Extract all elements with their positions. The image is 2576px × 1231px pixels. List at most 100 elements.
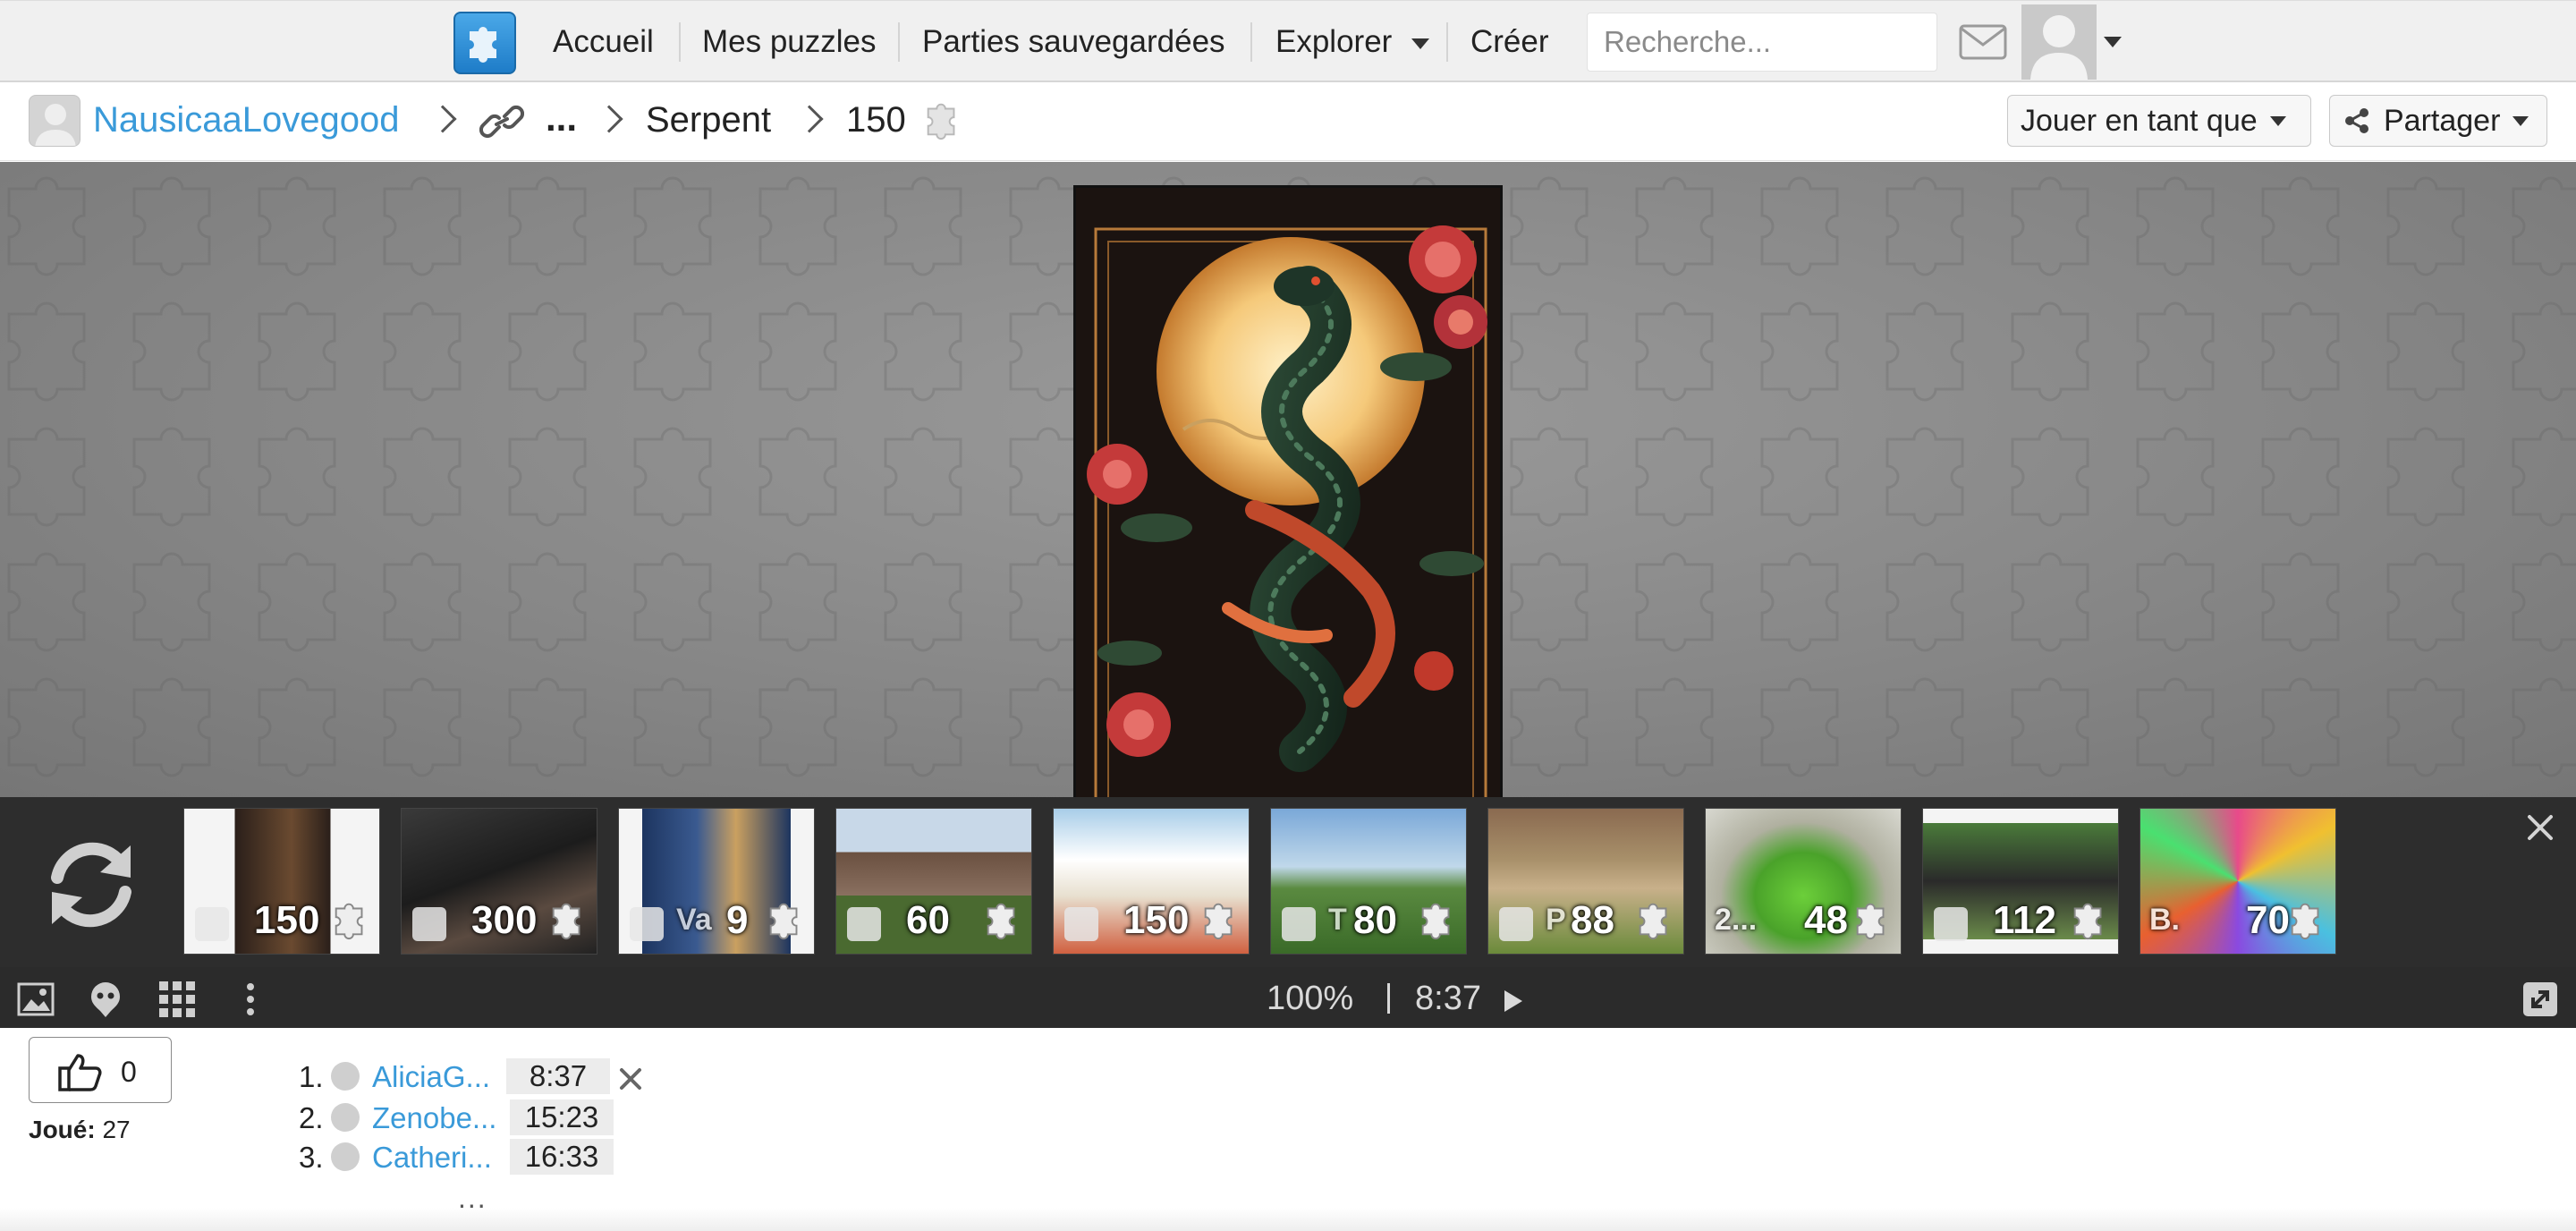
avatar xyxy=(1064,907,1098,941)
puzzle-board[interactable] xyxy=(0,162,2576,797)
puzzle-toolbar: 100% 8:37 xyxy=(0,967,2576,1028)
leaderboard-player-link[interactable]: Catheri... xyxy=(372,1141,492,1175)
fullscreen-icon[interactable] xyxy=(2521,980,2560,1019)
carousel-item[interactable]: P 88 xyxy=(1487,808,1684,955)
puzzle-piece-icon xyxy=(335,903,363,940)
link-icon[interactable] xyxy=(479,102,524,141)
carousel-item[interactable]: 112 xyxy=(1922,808,2119,955)
play-as-label: Jouer en tant que xyxy=(2021,103,2258,138)
carousel-item[interactable]: Va 9 xyxy=(618,808,815,955)
puzzle-piece-icon xyxy=(1204,903,1233,940)
avatar xyxy=(1934,907,1968,941)
avatar xyxy=(1282,907,1316,941)
leaderboard-rank: 3. xyxy=(299,1141,324,1174)
carousel-piece-count: 48 xyxy=(1804,898,1848,942)
thumbs-up-icon xyxy=(58,1054,102,1091)
breadcrumb-ellipsis[interactable]: ... xyxy=(546,97,577,140)
avatar xyxy=(847,907,881,941)
zoom-level[interactable]: 100% xyxy=(1267,980,1353,1018)
puzzle-image[interactable] xyxy=(1073,185,1503,797)
carousel-item[interactable]: 2... 48 xyxy=(1705,808,1902,955)
puzzle-piece-icon xyxy=(927,103,955,140)
carousel-overlay-text: Va xyxy=(676,903,712,937)
puzzle-carousel: 150 300 Va 9 60 150 T 80 P 88 2... 48 11… xyxy=(0,797,2576,967)
avatar xyxy=(1499,907,1533,941)
carousel-overlay-text: T xyxy=(1328,903,1347,937)
nav-parties-sauvegardees[interactable]: Parties sauvegardées xyxy=(922,24,1225,60)
avatar xyxy=(331,1062,360,1091)
share-label: Partager xyxy=(2384,103,2501,138)
avatar xyxy=(195,907,229,941)
carousel-piece-count: 70 xyxy=(2246,898,2290,942)
share-dropdown[interactable]: Partager xyxy=(2329,95,2547,147)
page-footer-edge xyxy=(0,1208,2576,1231)
carousel-item[interactable]: 60 xyxy=(835,808,1032,955)
leaderboard-player-link[interactable]: AliciaG... xyxy=(372,1060,490,1094)
played-label: Joué: xyxy=(29,1116,96,1143)
puzzle-piece-icon xyxy=(1639,903,1667,940)
leaderboard-player-link[interactable]: Zenobe... xyxy=(372,1101,496,1135)
carousel-piece-count: 60 xyxy=(906,898,950,942)
avatar[interactable] xyxy=(29,95,80,147)
puzzle-piece-icon xyxy=(552,903,580,940)
chevron-down-icon xyxy=(1411,38,1430,49)
mail-icon[interactable] xyxy=(1959,24,2007,60)
like-button[interactable]: 0 xyxy=(29,1037,172,1103)
carousel-piece-count: 150 xyxy=(254,898,320,942)
nav-separator xyxy=(1446,22,1448,62)
close-icon[interactable] xyxy=(617,1065,644,1092)
carousel-item[interactable]: B. 70 xyxy=(2140,808,2336,955)
like-count: 0 xyxy=(121,1056,137,1088)
carousel-piece-count: 150 xyxy=(1123,898,1190,942)
carousel-item[interactable]: 300 xyxy=(401,808,597,955)
carousel-item[interactable]: 150 xyxy=(183,808,380,955)
puzzle-piece-icon xyxy=(2073,903,2102,940)
nav-creer[interactable]: Créer xyxy=(1470,24,1549,60)
puzzle-piece-icon xyxy=(2291,903,2319,940)
nav-accueil[interactable]: Accueil xyxy=(553,24,654,60)
carousel-overlay-text: P xyxy=(1546,903,1566,937)
puzzle-piece-icon xyxy=(1856,903,1885,940)
avatar xyxy=(331,1142,360,1171)
played-count: Joué: 27 xyxy=(29,1116,131,1144)
top-navigation: Accueil Mes puzzles Parties sauvegardées… xyxy=(0,0,2576,82)
carousel-piece-count: 80 xyxy=(1353,898,1397,942)
play-as-dropdown[interactable]: Jouer en tant que xyxy=(2007,95,2311,147)
share-icon xyxy=(2345,108,2368,133)
chevron-down-icon[interactable] xyxy=(2104,37,2122,47)
play-icon[interactable] xyxy=(1504,990,1522,1012)
refresh-icon[interactable] xyxy=(38,831,145,938)
puzzle-logo-icon[interactable] xyxy=(453,12,516,74)
carousel-item[interactable]: 150 xyxy=(1053,808,1250,955)
carousel-item[interactable]: T 80 xyxy=(1270,808,1467,955)
user-avatar-icon[interactable] xyxy=(2021,4,2097,80)
puzzle-piece-icon xyxy=(1421,903,1450,940)
chevron-down-icon xyxy=(2512,115,2529,126)
ghost-icon[interactable] xyxy=(86,980,125,1019)
leaderboard-time: 16:33 xyxy=(510,1139,614,1175)
breadcrumb-user-link[interactable]: NausicaaLovegood xyxy=(93,100,399,140)
leaderboard-time: 8:37 xyxy=(506,1058,610,1094)
leaderboard-rank: 2. xyxy=(299,1101,324,1134)
breadcrumb: NausicaaLovegood ... Serpent 150 Jouer e… xyxy=(0,82,2576,161)
nav-mes-puzzles[interactable]: Mes puzzles xyxy=(702,24,877,60)
puzzle-piece-icon xyxy=(769,903,798,940)
leaderboard-time: 15:23 xyxy=(510,1099,614,1135)
chevron-down-icon xyxy=(2269,115,2286,126)
carousel-piece-count: 9 xyxy=(726,898,749,942)
puzzle-info: 0 Joué: 27 1. AliciaG... 8:37 2. Zenobe.… xyxy=(0,1028,2576,1231)
status-separator xyxy=(1387,983,1390,1014)
image-icon[interactable] xyxy=(16,980,55,1019)
more-vertical-icon[interactable] xyxy=(231,980,270,1019)
close-icon[interactable] xyxy=(2522,810,2558,845)
breadcrumb-category[interactable]: Serpent xyxy=(646,100,771,140)
avatar xyxy=(412,907,446,941)
nav-separator xyxy=(898,22,900,62)
puzzle-piece-icon xyxy=(987,903,1015,940)
played-value: 27 xyxy=(102,1116,131,1143)
search-input[interactable] xyxy=(1587,13,1937,72)
leaderboard-rank: 1. xyxy=(299,1060,324,1093)
grid-icon[interactable] xyxy=(157,980,197,1019)
nav-explorer[interactable]: Explorer xyxy=(1275,24,1430,60)
nav-separator xyxy=(1250,22,1252,62)
